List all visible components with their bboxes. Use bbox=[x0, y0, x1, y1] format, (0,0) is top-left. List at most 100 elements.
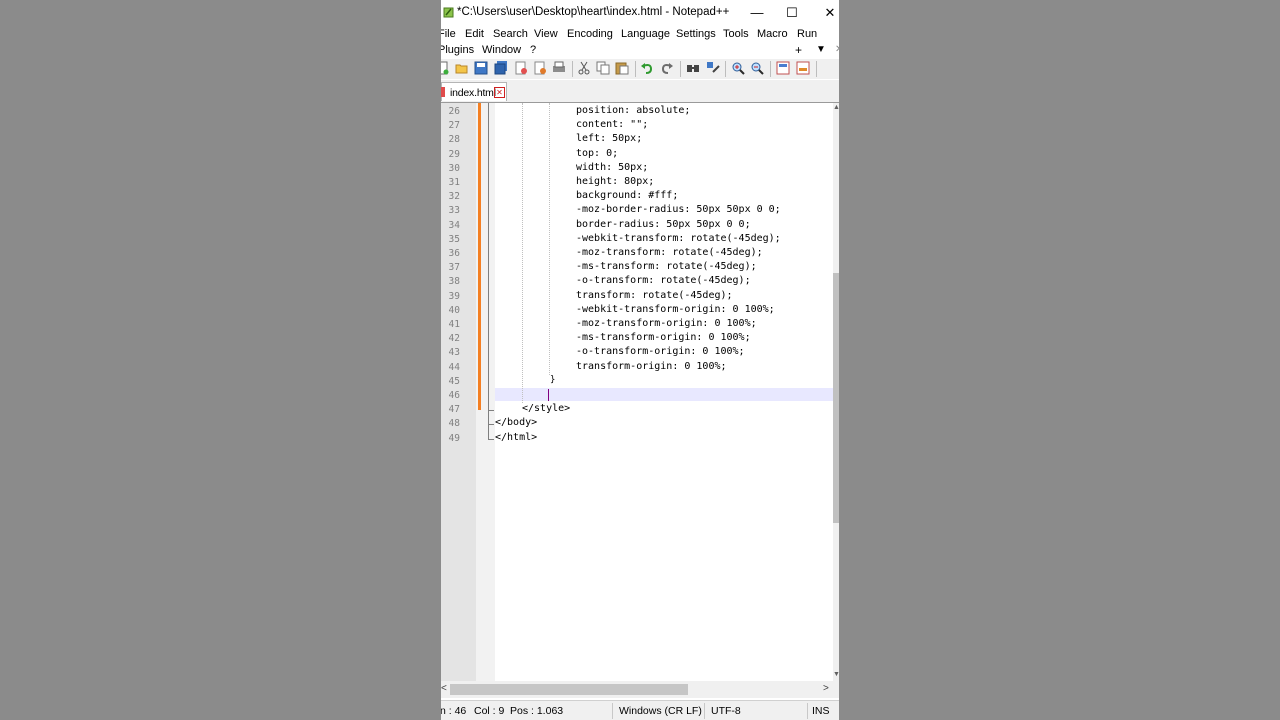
zoom-in-icon[interactable] bbox=[731, 61, 745, 75]
menu-dropdown-icon[interactable]: ▼ bbox=[816, 44, 826, 55]
code-line: -moz-transform: rotate(-45deg); bbox=[576, 247, 763, 258]
close-doc-button[interactable]: ✕ bbox=[835, 44, 839, 55]
scroll-up-icon[interactable]: ▲ bbox=[833, 104, 839, 111]
fold-line bbox=[488, 103, 489, 440]
menu-help[interactable]: ? bbox=[530, 44, 536, 56]
menu-window[interactable]: Window bbox=[482, 44, 521, 56]
redo-icon[interactable] bbox=[660, 61, 674, 75]
menu-bar: File Edit Search View Encoding Language … bbox=[441, 26, 839, 60]
line-number: 27 bbox=[448, 120, 460, 132]
status-insert-mode[interactable]: INS bbox=[812, 705, 830, 717]
toolbar-separator bbox=[816, 61, 817, 77]
notepad-app-icon bbox=[443, 7, 454, 18]
close-file-icon[interactable] bbox=[514, 61, 528, 75]
tab-index-html[interactable]: index.html ✕ bbox=[441, 82, 507, 101]
horizontal-scrollbar[interactable]: < > bbox=[441, 681, 839, 698]
line-number: 39 bbox=[448, 290, 460, 302]
background-right bbox=[839, 0, 1280, 720]
zoom-out-icon[interactable] bbox=[750, 61, 764, 75]
menu-plugins[interactable]: Plugins bbox=[441, 44, 474, 56]
print-icon[interactable] bbox=[552, 61, 566, 75]
save-all-icon[interactable] bbox=[494, 61, 508, 75]
menu-tools[interactable]: Tools bbox=[723, 28, 749, 40]
code-line: -ms-transform-origin: 0 100%; bbox=[576, 332, 751, 344]
change-history-bar bbox=[478, 103, 481, 410]
copy-icon[interactable] bbox=[596, 61, 610, 75]
menu-run[interactable]: Run bbox=[797, 28, 817, 40]
line-number: 49 bbox=[448, 432, 460, 444]
line-number: 37 bbox=[448, 262, 460, 274]
tab-close-icon[interactable]: ✕ bbox=[494, 87, 505, 98]
maximize-button[interactable]: ☐ bbox=[782, 3, 802, 23]
line-number: 40 bbox=[448, 304, 460, 316]
toolbar-separator bbox=[572, 61, 573, 77]
indent-guide bbox=[522, 103, 523, 403]
line-number: 36 bbox=[448, 248, 460, 259]
line-number: 26 bbox=[448, 106, 460, 117]
line-number: 43 bbox=[448, 347, 460, 359]
code-line: -webkit-transform-origin: 0 100%; bbox=[576, 303, 775, 315]
scroll-down-icon[interactable]: ▼ bbox=[833, 671, 839, 678]
open-file-icon[interactable] bbox=[455, 61, 469, 75]
scroll-right-icon[interactable]: > bbox=[823, 683, 829, 694]
window-title: *C:\Users\user\Desktop\heart\index.html … bbox=[457, 6, 730, 18]
menu-search[interactable]: Search bbox=[493, 28, 528, 40]
title-bar[interactable]: *C:\Users\user\Desktop\heart\index.html … bbox=[441, 0, 839, 26]
line-number: 38 bbox=[448, 276, 460, 288]
sync-vertical-icon[interactable] bbox=[776, 61, 790, 75]
find-icon[interactable] bbox=[686, 61, 700, 75]
status-separator bbox=[704, 703, 705, 719]
code-line: position: absolute; bbox=[576, 105, 691, 116]
code-line: -moz-border-radius: 50px 50px 0 0; bbox=[576, 204, 781, 216]
fold-end-marker bbox=[488, 439, 494, 440]
line-number: 33 bbox=[448, 205, 460, 217]
replace-icon[interactable] bbox=[706, 61, 720, 75]
code-line: width: 50px; bbox=[576, 161, 649, 173]
paste-icon[interactable] bbox=[615, 61, 629, 75]
close-window-button[interactable]: ✕ bbox=[820, 3, 839, 23]
status-line: n : 46 bbox=[441, 705, 467, 717]
tab-label: index.html bbox=[450, 87, 496, 99]
indent-guide bbox=[549, 103, 550, 375]
code-line: } bbox=[550, 374, 556, 385]
line-number: 30 bbox=[448, 162, 460, 174]
menu-encoding[interactable]: Encoding bbox=[567, 28, 613, 40]
minimize-button[interactable]: — bbox=[747, 3, 767, 23]
notepad-window: *C:\Users\user\Desktop\heart\index.html … bbox=[441, 0, 839, 720]
menu-file[interactable]: File bbox=[441, 28, 456, 40]
menu-settings[interactable]: Settings bbox=[676, 28, 716, 40]
menu-macro[interactable]: Macro bbox=[757, 28, 788, 40]
line-number: 34 bbox=[448, 219, 460, 231]
line-number: 28 bbox=[448, 134, 460, 146]
status-position: Pos : 1.063 bbox=[510, 705, 564, 717]
line-number: 31 bbox=[448, 177, 460, 188]
line-number: 29 bbox=[448, 148, 460, 160]
vertical-scrollbar[interactable]: ▲ ▼ bbox=[833, 103, 839, 681]
code-line: </body> bbox=[495, 417, 538, 429]
code-editor[interactable]: 26 position: absolute; 27 content: ""; 28 lef… bbox=[441, 103, 833, 681]
save-icon[interactable] bbox=[474, 61, 488, 75]
new-file-icon[interactable] bbox=[441, 61, 449, 75]
menu-edit[interactable]: Edit bbox=[465, 28, 484, 40]
sync-horizontal-icon[interactable] bbox=[796, 61, 810, 75]
scroll-left-icon[interactable]: < bbox=[441, 683, 447, 694]
code-line: left: 50px; bbox=[576, 133, 643, 145]
status-encoding[interactable]: UTF-8 bbox=[711, 705, 741, 717]
cut-icon[interactable] bbox=[577, 61, 591, 75]
menu-language[interactable]: Language bbox=[621, 28, 670, 40]
tab-bar: index.html ✕ bbox=[441, 80, 839, 103]
line-number: 47 bbox=[448, 404, 460, 416]
code-line: -webkit-transform: rotate(-45deg); bbox=[576, 232, 781, 244]
line-number: 45 bbox=[448, 375, 460, 387]
close-all-icon[interactable] bbox=[533, 61, 547, 75]
horizontal-scroll-thumb[interactable] bbox=[450, 684, 688, 695]
status-eol[interactable]: Windows (CR LF) bbox=[619, 705, 702, 717]
code-line: transform: rotate(-45deg); bbox=[576, 289, 733, 301]
code-line: content: ""; bbox=[576, 119, 649, 131]
menu-view[interactable]: View bbox=[534, 28, 558, 40]
undo-icon[interactable] bbox=[640, 61, 654, 75]
vertical-scroll-thumb[interactable] bbox=[833, 273, 839, 523]
text-caret bbox=[548, 389, 549, 401]
add-button[interactable]: + bbox=[795, 43, 802, 57]
line-number: 42 bbox=[448, 333, 460, 345]
